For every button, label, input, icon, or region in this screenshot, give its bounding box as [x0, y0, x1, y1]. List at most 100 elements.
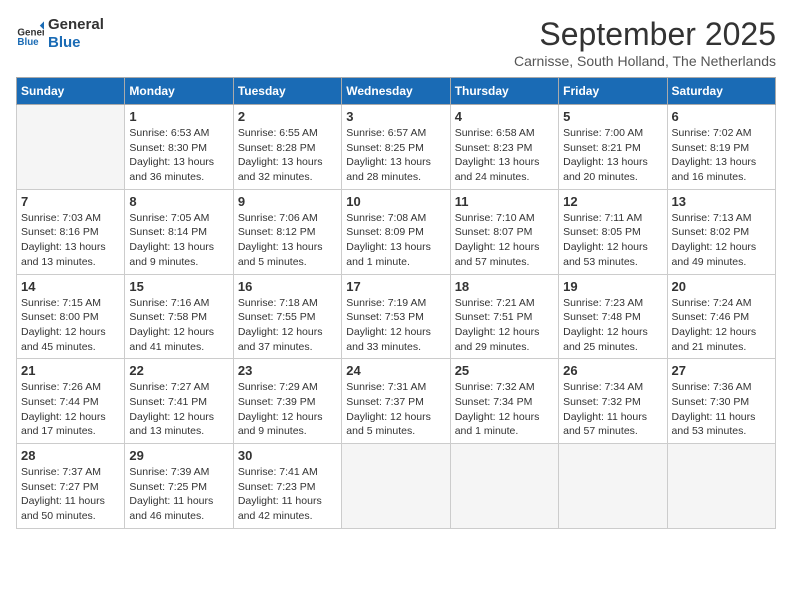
weekday-header-wednesday: Wednesday [342, 78, 450, 105]
calendar-cell: 22 Sunrise: 7:27 AM Sunset: 7:41 PM Dayli… [125, 359, 233, 444]
calendar-cell: 14 Sunrise: 7:15 AM Sunset: 8:00 PM Dayli… [17, 274, 125, 359]
calendar-week-3: 14 Sunrise: 7:15 AM Sunset: 8:00 PM Dayli… [17, 274, 776, 359]
calendar-cell: 5 Sunrise: 7:00 AM Sunset: 8:21 PM Daylig… [559, 105, 667, 190]
day-number: 15 [129, 279, 228, 294]
day-number: 16 [238, 279, 337, 294]
day-number: 11 [455, 194, 554, 209]
calendar-cell: 27 Sunrise: 7:36 AM Sunset: 7:30 PM Dayli… [667, 359, 775, 444]
day-info: Sunrise: 7:21 AM Sunset: 7:51 PM Dayligh… [455, 296, 554, 355]
calendar-cell: 29 Sunrise: 7:39 AM Sunset: 7:25 PM Dayli… [125, 444, 233, 529]
day-number: 1 [129, 109, 228, 124]
day-number: 22 [129, 363, 228, 378]
day-info: Sunrise: 7:11 AM Sunset: 8:05 PM Dayligh… [563, 211, 662, 270]
day-number: 25 [455, 363, 554, 378]
calendar-cell: 13Sunrise: 7:13 AM Sunset: 8:02 PM Dayli… [667, 189, 775, 274]
calendar-cell: 1Sunrise: 6:53 AM Sunset: 8:30 PM Daylig… [125, 105, 233, 190]
calendar-week-2: 7 Sunrise: 7:03 AM Sunset: 8:16 PM Daylig… [17, 189, 776, 274]
day-number: 7 [21, 194, 120, 209]
day-number: 30 [238, 448, 337, 463]
day-info: Sunrise: 7:23 AM Sunset: 7:48 PM Dayligh… [563, 296, 662, 355]
day-number: 9 [238, 194, 337, 209]
title-block: September 2025 Carnisse, South Holland, … [514, 16, 776, 69]
calendar-cell [559, 444, 667, 529]
day-number: 12 [563, 194, 662, 209]
calendar-cell [17, 105, 125, 190]
calendar-cell: 18 Sunrise: 7:21 AM Sunset: 7:51 PM Dayli… [450, 274, 558, 359]
day-number: 20 [672, 279, 771, 294]
day-number: 19 [563, 279, 662, 294]
calendar-cell: 21 Sunrise: 7:26 AM Sunset: 7:44 PM Dayli… [17, 359, 125, 444]
day-info: Sunrise: 7:19 AM Sunset: 7:53 PM Dayligh… [346, 296, 445, 355]
day-info: Sunrise: 7:13 AM Sunset: 8:02 PM Dayligh… [672, 211, 771, 270]
day-info: Sunrise: 7:00 AM Sunset: 8:21 PM Dayligh… [563, 126, 662, 185]
day-number: 18 [455, 279, 554, 294]
weekday-header-sunday: Sunday [17, 78, 125, 105]
day-info: Sunrise: 7:34 AM Sunset: 7:32 PM Dayligh… [563, 380, 662, 439]
day-number: 2 [238, 109, 337, 124]
location: Carnisse, South Holland, The Netherlands [514, 53, 776, 69]
day-number: 29 [129, 448, 228, 463]
weekday-header-thursday: Thursday [450, 78, 558, 105]
day-info: Sunrise: 7:08 AM Sunset: 8:09 PM Dayligh… [346, 211, 445, 270]
calendar-cell: 20 Sunrise: 7:24 AM Sunset: 7:46 PM Dayli… [667, 274, 775, 359]
calendar-cell: 12 Sunrise: 7:11 AM Sunset: 8:05 PM Dayli… [559, 189, 667, 274]
svg-text:Blue: Blue [17, 37, 39, 48]
calendar-cell: 11 Sunrise: 7:10 AM Sunset: 8:07 PM Dayli… [450, 189, 558, 274]
day-info: Sunrise: 6:58 AM Sunset: 8:23 PM Dayligh… [455, 126, 554, 185]
day-info: Sunrise: 7:26 AM Sunset: 7:44 PM Dayligh… [21, 380, 120, 439]
calendar-cell: 9 Sunrise: 7:06 AM Sunset: 8:12 PM Daylig… [233, 189, 341, 274]
calendar-cell: 30 Sunrise: 7:41 AM Sunset: 7:23 PM Dayli… [233, 444, 341, 529]
weekday-header-tuesday: Tuesday [233, 78, 341, 105]
day-number: 26 [563, 363, 662, 378]
calendar-week-4: 21 Sunrise: 7:26 AM Sunset: 7:44 PM Dayli… [17, 359, 776, 444]
calendar-cell: 7 Sunrise: 7:03 AM Sunset: 8:16 PM Daylig… [17, 189, 125, 274]
day-number: 27 [672, 363, 771, 378]
day-number: 8 [129, 194, 228, 209]
day-info: Sunrise: 7:27 AM Sunset: 7:41 PM Dayligh… [129, 380, 228, 439]
day-info: Sunrise: 7:03 AM Sunset: 8:16 PM Dayligh… [21, 211, 120, 270]
calendar-cell: 3Sunrise: 6:57 AM Sunset: 8:25 PM Daylig… [342, 105, 450, 190]
calendar-cell: 15Sunrise: 7:16 AM Sunset: 7:58 PM Dayli… [125, 274, 233, 359]
day-number: 23 [238, 363, 337, 378]
calendar-cell: 17Sunrise: 7:19 AM Sunset: 7:53 PM Dayli… [342, 274, 450, 359]
logo: General Blue General Blue [16, 16, 104, 52]
calendar: SundayMondayTuesdayWednesdayThursdayFrid… [16, 77, 776, 529]
day-info: Sunrise: 7:24 AM Sunset: 7:46 PM Dayligh… [672, 296, 771, 355]
day-info: Sunrise: 7:15 AM Sunset: 8:00 PM Dayligh… [21, 296, 120, 355]
day-info: Sunrise: 7:36 AM Sunset: 7:30 PM Dayligh… [672, 380, 771, 439]
day-info: Sunrise: 6:55 AM Sunset: 8:28 PM Dayligh… [238, 126, 337, 185]
logo-icon: General Blue [16, 20, 44, 48]
calendar-cell [342, 444, 450, 529]
day-number: 28 [21, 448, 120, 463]
day-info: Sunrise: 7:41 AM Sunset: 7:23 PM Dayligh… [238, 465, 337, 524]
weekday-header-saturday: Saturday [667, 78, 775, 105]
page-header: General Blue General Blue September 2025… [16, 16, 776, 69]
day-number: 21 [21, 363, 120, 378]
day-number: 3 [346, 109, 445, 124]
day-info: Sunrise: 7:31 AM Sunset: 7:37 PM Dayligh… [346, 380, 445, 439]
day-info: Sunrise: 7:37 AM Sunset: 7:27 PM Dayligh… [21, 465, 120, 524]
calendar-cell: 24 Sunrise: 7:31 AM Sunset: 7:37 PM Dayli… [342, 359, 450, 444]
day-info: Sunrise: 7:32 AM Sunset: 7:34 PM Dayligh… [455, 380, 554, 439]
day-info: Sunrise: 7:39 AM Sunset: 7:25 PM Dayligh… [129, 465, 228, 524]
calendar-cell: 19 Sunrise: 7:23 AM Sunset: 7:48 PM Dayli… [559, 274, 667, 359]
calendar-cell: 10 Sunrise: 7:08 AM Sunset: 8:09 PM Dayli… [342, 189, 450, 274]
calendar-cell: 26 Sunrise: 7:34 AM Sunset: 7:32 PM Dayli… [559, 359, 667, 444]
day-info: Sunrise: 7:10 AM Sunset: 8:07 PM Dayligh… [455, 211, 554, 270]
calendar-cell: 8Sunrise: 7:05 AM Sunset: 8:14 PM Daylig… [125, 189, 233, 274]
day-number: 6 [672, 109, 771, 124]
calendar-cell: 23Sunrise: 7:29 AM Sunset: 7:39 PM Dayli… [233, 359, 341, 444]
logo-text-blue: Blue [48, 34, 104, 52]
day-number: 4 [455, 109, 554, 124]
calendar-week-5: 28 Sunrise: 7:37 AM Sunset: 7:27 PM Dayli… [17, 444, 776, 529]
month-title: September 2025 [514, 16, 776, 53]
day-number: 5 [563, 109, 662, 124]
calendar-cell [667, 444, 775, 529]
day-number: 14 [21, 279, 120, 294]
calendar-cell: 25 Sunrise: 7:32 AM Sunset: 7:34 PM Dayli… [450, 359, 558, 444]
calendar-cell: 28 Sunrise: 7:37 AM Sunset: 7:27 PM Dayli… [17, 444, 125, 529]
weekday-header-row: SundayMondayTuesdayWednesdayThursdayFrid… [17, 78, 776, 105]
day-info: Sunrise: 7:06 AM Sunset: 8:12 PM Dayligh… [238, 211, 337, 270]
day-number: 10 [346, 194, 445, 209]
day-number: 24 [346, 363, 445, 378]
